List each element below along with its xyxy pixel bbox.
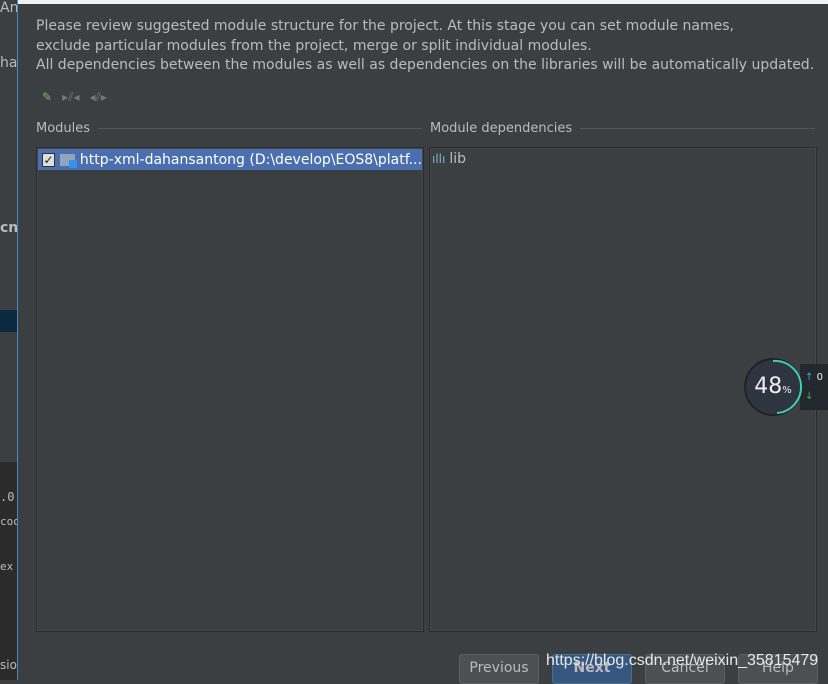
modules-list[interactable]: ✓ http-xml-dahansantong (D:\develop\EOS8…	[36, 147, 424, 632]
bg-text: .0	[0, 490, 15, 504]
dependencies-title: Module dependencies	[430, 121, 573, 136]
dependency-label: lib	[449, 151, 467, 167]
modules-section-header: Modules	[36, 121, 422, 136]
bg-text: coo	[0, 515, 18, 528]
bg-text: Ana	[0, 0, 18, 16]
module-checkbox[interactable]: ✓	[42, 152, 56, 167]
speed-value: 0	[816, 372, 823, 383]
module-folder-icon	[60, 153, 77, 168]
pencil-icon[interactable]: ✎	[42, 90, 52, 105]
toolbar: ✎ ▸⫽◂ ◂⫽▸	[42, 90, 107, 105]
memory-gauge[interactable]: 48%	[744, 358, 802, 416]
download-arrow-icon: ↓	[805, 391, 814, 402]
dependencies-section-header: Module dependencies	[430, 121, 815, 136]
bg-text: cn	[0, 220, 18, 236]
background-ide: Ana ha cn .0 coo ex sio	[0, 0, 18, 680]
bg-text: ha	[0, 55, 18, 71]
intro-line: Please review suggested module structure…	[36, 18, 734, 34]
list-item[interactable]: ıllı lib	[432, 151, 466, 167]
module-structure-dialog: Please review suggested module structure…	[17, 0, 828, 684]
intro-line: exclude particular modules from the proj…	[36, 37, 592, 54]
library-icon: ıllı	[432, 152, 446, 166]
list-item[interactable]: ✓ http-xml-dahansantong (D:\develop\EOS8…	[38, 149, 422, 170]
upload-arrow-icon: ↑	[805, 372, 814, 383]
split-icon[interactable]: ◂⫽▸	[89, 90, 106, 105]
bg-text: ex	[0, 560, 14, 573]
bg-text: sio	[0, 658, 17, 672]
gauge-arc	[772, 359, 802, 414]
top-edge	[18, 0, 828, 4]
network-speed-widget: ↑ 0 ↓	[800, 364, 828, 410]
bg-selection	[0, 310, 18, 332]
module-label: http-xml-dahansantong (D:\develop\EOS8\p…	[79, 151, 422, 168]
merge-icon[interactable]: ▸⫽◂	[62, 90, 79, 105]
intro-line: All dependencies between the modules as …	[36, 57, 815, 73]
modules-title: Modules	[36, 121, 91, 136]
watermark: https://blog.csdn.net/weixin_35815479	[546, 652, 819, 669]
intro-text: Please review suggested module structure…	[36, 17, 814, 76]
